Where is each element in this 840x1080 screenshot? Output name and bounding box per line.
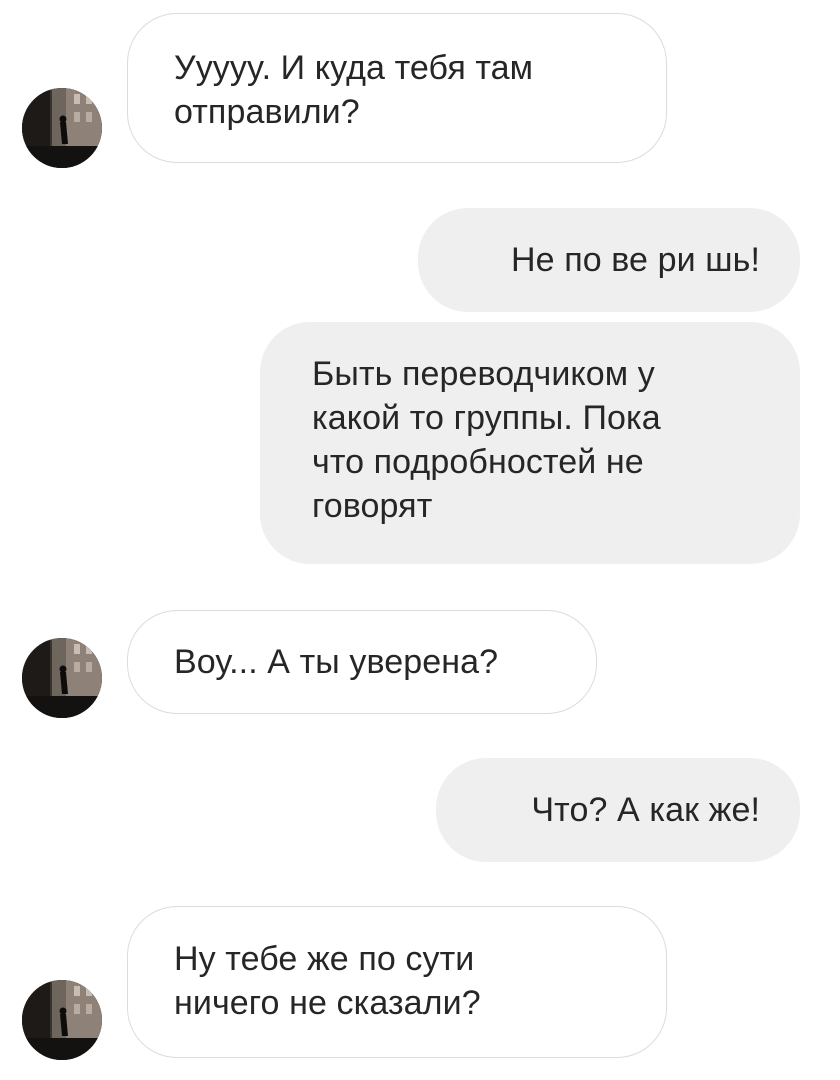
- avatar[interactable]: [22, 980, 102, 1060]
- message-line: какой то группы. Пока: [312, 399, 661, 437]
- avatar[interactable]: [22, 88, 102, 168]
- message-line: говорят: [312, 487, 433, 525]
- avatar[interactable]: [22, 638, 102, 718]
- message-bubble-incoming[interactable]: Уyyyy. И куда тебя там отправили?: [127, 13, 667, 163]
- message-line: Быть переводчиком у: [312, 355, 655, 393]
- message-line: Воу... А ты уверена?: [174, 643, 499, 681]
- message-line: Не по ве ри шь!: [511, 241, 760, 279]
- avatar-photo-icon: [22, 980, 102, 1060]
- message-bubble-incoming[interactable]: Воу... А ты уверена?: [127, 610, 597, 714]
- avatar-photo-icon: [22, 88, 102, 168]
- message-line: Уyyyy. И куда тебя там: [174, 49, 534, 87]
- message-line: Что? А как же!: [531, 791, 760, 829]
- message-line: отправили?: [174, 93, 360, 131]
- message-line: Ну тебе же по сути: [174, 940, 475, 978]
- message-line: ничего не сказали?: [174, 984, 481, 1022]
- avatar-photo-icon: [22, 638, 102, 718]
- message-bubble-outgoing[interactable]: Что? А как же!: [436, 758, 800, 862]
- message-line: что подробностей не: [312, 443, 644, 481]
- message-bubble-incoming[interactable]: Ну тебе же по сути ничего не сказали?: [127, 906, 667, 1058]
- message-bubble-outgoing[interactable]: Не по ве ри шь!: [418, 208, 800, 312]
- message-bubble-outgoing[interactable]: Быть переводчиком у какой то группы. Пок…: [260, 322, 800, 564]
